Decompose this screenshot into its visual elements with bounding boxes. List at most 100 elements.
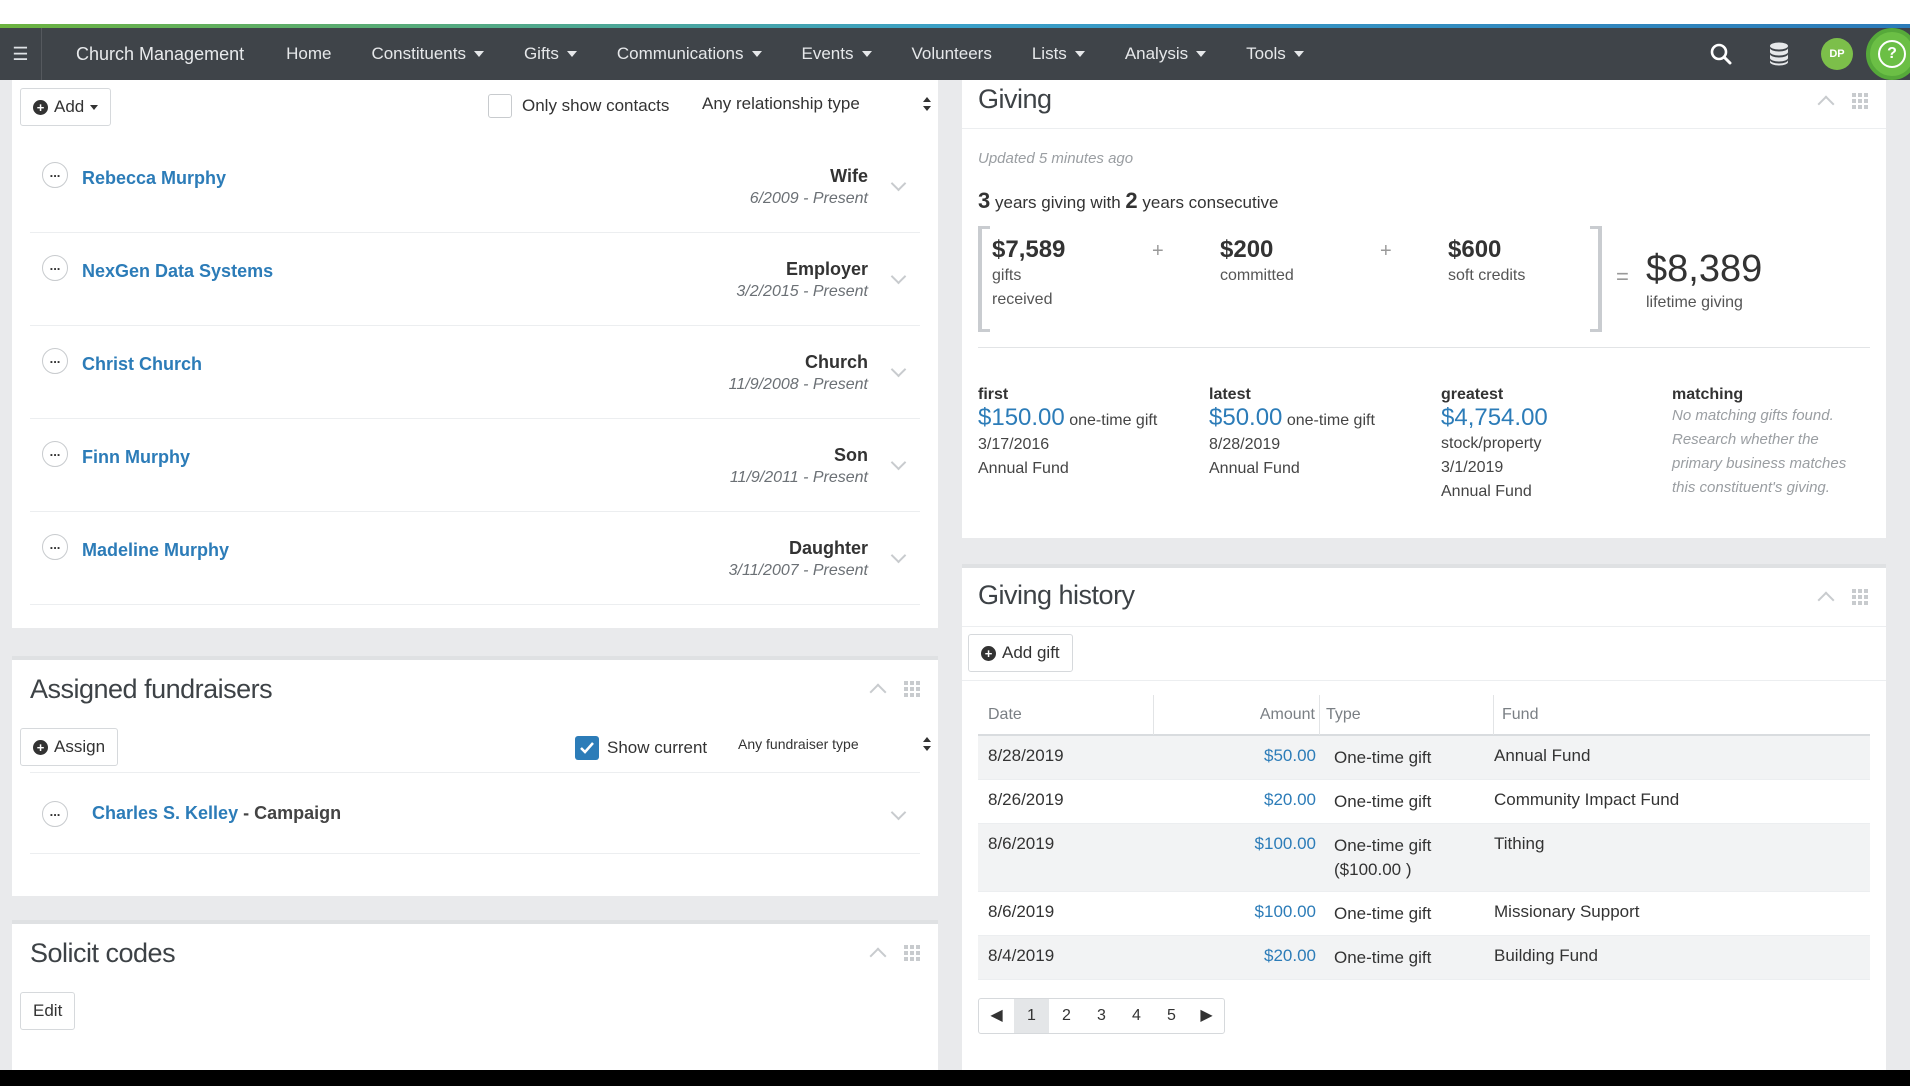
drag-grid-icon[interactable] xyxy=(1852,93,1868,109)
search-icon[interactable] xyxy=(1692,28,1750,80)
nav-item-constituents[interactable]: Constituents xyxy=(351,28,504,80)
page-4[interactable]: 4 xyxy=(1119,999,1154,1033)
nav-item-volunteers[interactable]: Volunteers xyxy=(892,28,1012,80)
chevron-down-icon[interactable] xyxy=(890,175,907,192)
drag-grid-icon[interactable] xyxy=(1852,589,1868,605)
panel-title: Assigned fundraisers xyxy=(30,674,273,704)
column-header-date[interactable]: Date xyxy=(978,695,1154,735)
window-top-strip xyxy=(0,0,1910,24)
database-icon[interactable] xyxy=(1750,28,1808,80)
add-gift-button[interactable]: + Add gift xyxy=(968,634,1073,672)
giving-history-table: Date Amount Type Fund 8/28/2019 $50.00 O… xyxy=(978,695,1870,980)
relationship-type: Daughter xyxy=(788,538,868,558)
relationship-type-select[interactable]: Any relationship type xyxy=(702,94,932,114)
ellipsis-menu-icon[interactable]: ... xyxy=(42,441,68,467)
relationship-name-link[interactable]: NexGen Data Systems xyxy=(82,261,273,282)
help-icon[interactable]: ? xyxy=(1866,28,1910,80)
ellipsis-menu-icon[interactable]: ... xyxy=(42,801,68,827)
add-icon: + xyxy=(33,99,48,115)
drag-grid-icon[interactable] xyxy=(904,681,920,697)
assign-button[interactable]: + Assign xyxy=(20,728,119,766)
nav-item-lists[interactable]: Lists xyxy=(1012,28,1105,80)
page-1[interactable]: 1 xyxy=(1014,999,1049,1033)
relationship-row: ... NexGen Data Systems Employer 3/2/201… xyxy=(30,233,920,326)
next-page-icon[interactable]: ▶ xyxy=(1189,999,1224,1033)
latest-gift-stat: latest $50.00 one-time gift 8/28/2019 An… xyxy=(1209,386,1375,477)
ellipsis-menu-icon[interactable]: ... xyxy=(42,534,68,560)
show-current-checkbox[interactable] xyxy=(575,736,599,760)
fundraiser-row: ... Charles S. Kelley - Campaign xyxy=(30,772,920,854)
chevron-down-icon[interactable] xyxy=(890,804,907,821)
only-contacts-toggle[interactable]: Only show contacts xyxy=(488,94,669,118)
add-relationship-button[interactable]: + Add xyxy=(20,88,112,126)
edit-button[interactable]: Edit xyxy=(20,992,76,1030)
collapse-chevron-icon[interactable] xyxy=(1817,95,1835,113)
relationship-name-link[interactable]: Christ Church xyxy=(82,354,202,375)
page-3[interactable]: 3 xyxy=(1084,999,1119,1033)
greatest-gift-stat: greatest $4,754.00 stock/property 3/1/20… xyxy=(1441,386,1548,500)
nav-item-analysis[interactable]: Analysis xyxy=(1105,28,1226,80)
matching-gift-stat: matching No matching gifts found. Resear… xyxy=(1672,386,1847,496)
giving-years-summary: 3 years giving with 2 years consecutive xyxy=(978,188,1279,213)
relationship-name-link[interactable]: Finn Murphy xyxy=(82,447,190,468)
nav-item-communications[interactable]: Communications xyxy=(597,28,782,80)
plus-sign: + xyxy=(1380,240,1392,262)
ellipsis-menu-icon[interactable]: ... xyxy=(42,255,68,281)
nav-item-events[interactable]: Events xyxy=(782,28,892,80)
assigned-fundraisers-panel: Assigned fundraisers + Assign Show curre… xyxy=(12,656,938,896)
relationship-type: Employer xyxy=(785,259,868,279)
updated-timestamp: Updated 5 minutes ago xyxy=(978,150,1134,167)
bottom-bar xyxy=(0,1070,1910,1086)
brand-name[interactable]: Church Management xyxy=(42,44,266,65)
relationship-dates: 3/11/2007 - Present xyxy=(728,562,868,579)
greatest-gift-amount[interactable]: $4,754.00 xyxy=(1441,404,1548,432)
user-avatar[interactable]: DP xyxy=(1808,28,1866,80)
latest-gift-amount[interactable]: $50.00 xyxy=(1209,404,1282,431)
ellipsis-menu-icon[interactable]: ... xyxy=(42,348,68,374)
relationship-row: ... Christ Church Church 11/9/2008 - Pre… xyxy=(30,326,920,419)
nav-item-home[interactable]: Home xyxy=(266,28,351,80)
ellipsis-menu-icon[interactable]: ... xyxy=(42,162,68,188)
fundraiser-link[interactable]: Charles S. Kelley xyxy=(92,803,238,823)
chevron-down-icon[interactable] xyxy=(890,268,907,285)
page-5[interactable]: 5 xyxy=(1154,999,1189,1033)
page-2[interactable]: 2 xyxy=(1049,999,1084,1033)
table-row[interactable]: 8/26/2019 $20.00 One-time gift Community… xyxy=(978,780,1870,824)
collapse-chevron-icon[interactable] xyxy=(869,683,887,701)
show-current-toggle[interactable]: Show current xyxy=(575,736,707,760)
hamburger-menu-icon[interactable]: ☰ xyxy=(0,28,42,80)
caret-down-icon xyxy=(1074,51,1085,57)
column-header-fund[interactable]: Fund xyxy=(1494,706,1870,724)
giving-panel: Giving Updated 5 minutes ago 3 years giv… xyxy=(962,80,1886,538)
panel-title: Giving history xyxy=(978,580,1135,610)
table-row[interactable]: 8/6/2019 $100.00 One-time gift Missionar… xyxy=(978,892,1870,936)
nav-item-gifts[interactable]: Gifts xyxy=(504,28,597,80)
table-row[interactable]: 8/28/2019 $50.00 One-time gift Annual Fu… xyxy=(978,736,1870,780)
sort-arrows-icon xyxy=(923,97,931,111)
caret-down-icon xyxy=(473,51,484,57)
relationship-type: Son xyxy=(834,445,868,465)
table-row[interactable]: 8/6/2019 $100.00 One-time gift ($100.00 )… xyxy=(978,824,1870,892)
first-gift-amount[interactable]: $150.00 xyxy=(978,404,1065,431)
column-header-type[interactable]: Type xyxy=(1320,695,1494,735)
add-icon: + xyxy=(981,645,996,661)
nav-item-tools[interactable]: Tools xyxy=(1226,28,1324,80)
previous-page-icon[interactable]: ◀ xyxy=(979,999,1014,1033)
caret-down-icon xyxy=(566,51,577,57)
chevron-down-icon[interactable] xyxy=(890,361,907,378)
fundraiser-type-select[interactable]: Any fundraiser type xyxy=(738,736,932,752)
relationship-name-link[interactable]: Rebecca Murphy xyxy=(82,168,226,189)
drag-grid-icon[interactable] xyxy=(904,945,920,961)
caret-down-icon xyxy=(861,51,872,57)
gifts-received-stat: $7,589 gifts received xyxy=(992,236,1066,308)
relationship-row: ... Finn Murphy Son 11/9/2011 - Present xyxy=(30,419,920,512)
chevron-down-icon[interactable] xyxy=(890,547,907,564)
caret-down-icon xyxy=(90,104,99,110)
table-row[interactable]: 8/4/2019 $20.00 One-time gift Building F… xyxy=(978,936,1870,980)
chevron-down-icon[interactable] xyxy=(890,454,907,471)
column-header-amount[interactable]: Amount xyxy=(1154,695,1320,735)
only-contacts-checkbox[interactable] xyxy=(488,94,512,118)
collapse-chevron-icon[interactable] xyxy=(1817,591,1835,609)
collapse-chevron-icon[interactable] xyxy=(869,947,887,965)
relationship-name-link[interactable]: Madeline Murphy xyxy=(82,540,229,561)
